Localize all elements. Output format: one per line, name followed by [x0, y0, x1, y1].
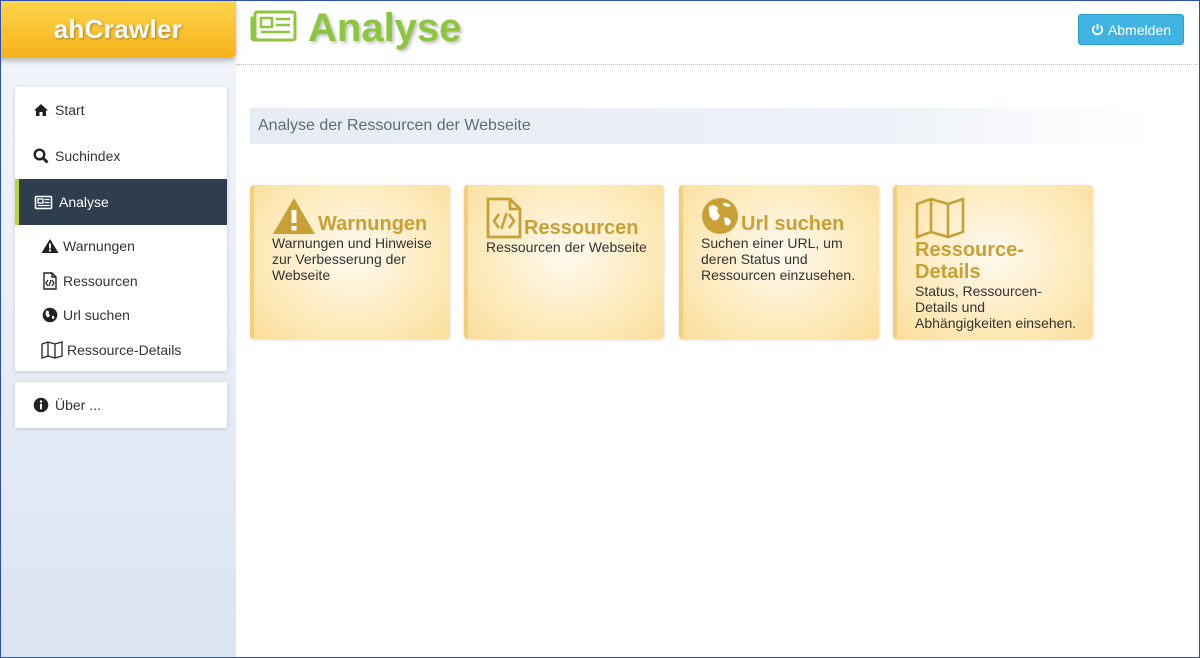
map-icon	[41, 340, 63, 359]
logout-label: Abmelden	[1107, 21, 1172, 38]
sidebar-subitem-label: Ressource-Details	[67, 341, 182, 358]
globe-icon	[41, 306, 59, 324]
page-header: Analyse Abmelden	[236, 0, 1200, 65]
sidebar-nav-secondary: Über ...	[15, 382, 227, 428]
map-icon	[915, 197, 965, 239]
file-code-icon	[41, 272, 59, 290]
section-title: Analyse der Ressourcen der Webseite	[250, 108, 1156, 144]
card-title: Warnungen	[318, 213, 428, 235]
sidebar-item-label: Über ...	[55, 397, 101, 413]
home-icon	[33, 102, 49, 118]
sidebar-subnav: Warnungen Ressourcen Url suchen Ressourc…	[15, 225, 227, 371]
card-description: Warnungen und Hinweise zur Verbesserung …	[272, 235, 432, 283]
logout-button[interactable]: Abmelden	[1078, 14, 1184, 45]
sidebar-subitem-ressource-details[interactable]: Ressource-Details	[15, 333, 227, 368]
section-title-text: Analyse der Ressourcen der Webseite	[258, 117, 531, 134]
sidebar-item-label: Analyse	[59, 194, 109, 210]
sidebar-item-suchindex[interactable]: Suchindex	[15, 133, 227, 179]
newspaper-icon	[250, 8, 298, 49]
sidebar-subitem-url-suchen[interactable]: Url suchen	[15, 298, 227, 333]
sidebar-nav: Start Suchindex Analyse Warnungen Ressou…	[15, 87, 227, 371]
card-ressource-details[interactable]: Ressource-Details Status, Ressourcen-Det…	[893, 185, 1093, 339]
sidebar-item-ueber[interactable]: Über ...	[15, 382, 227, 428]
sidebar-subitem-label: Ressourcen	[63, 272, 138, 289]
sidebar-subitem-ressourcen[interactable]: Ressourcen	[15, 264, 227, 299]
search-icon	[33, 148, 49, 164]
card-description: Suchen einer URL, um deren Status und Re…	[701, 235, 856, 283]
card-description: Status, Ressourcen-Details und Abhängigk…	[915, 283, 1077, 331]
newspaper-icon	[33, 194, 53, 210]
card-title: Ressourcen	[524, 217, 639, 239]
info-icon	[33, 397, 49, 413]
card-warnungen[interactable]: Warnungen Warnungen und Hinweise zur Ver…	[250, 185, 450, 339]
warning-icon	[272, 197, 316, 235]
sidebar-subitem-label: Warnungen	[63, 238, 135, 255]
sidebar-subitem-label: Url suchen	[63, 307, 130, 324]
card-title: Ressource-Details	[915, 239, 1024, 283]
file-code-icon	[486, 197, 522, 239]
sidebar-item-label: Start	[55, 102, 85, 118]
sidebar-item-start[interactable]: Start	[15, 87, 227, 133]
page-title-text: Analyse	[308, 6, 462, 50]
warning-icon	[41, 237, 59, 255]
sidebar-item-label: Suchindex	[55, 148, 121, 164]
card-description: Ressourcen der Webseite	[486, 239, 647, 255]
sidebar-item-analyse[interactable]: Analyse	[15, 179, 227, 225]
app-logo-text: ahCrawler	[53, 13, 183, 44]
card-title: Url suchen	[741, 213, 845, 235]
app-logo[interactable]: ahCrawler	[0, 0, 236, 58]
card-ressourcen[interactable]: Ressourcen Ressourcen der Webseite	[464, 185, 664, 339]
card-url-suchen[interactable]: Url suchen Suchen einer URL, um deren St…	[679, 185, 879, 339]
sidebar-subitem-warnungen[interactable]: Warnungen	[15, 229, 227, 264]
page-title: Analyse	[250, 6, 461, 51]
power-icon	[1091, 23, 1104, 36]
globe-icon	[701, 197, 739, 235]
